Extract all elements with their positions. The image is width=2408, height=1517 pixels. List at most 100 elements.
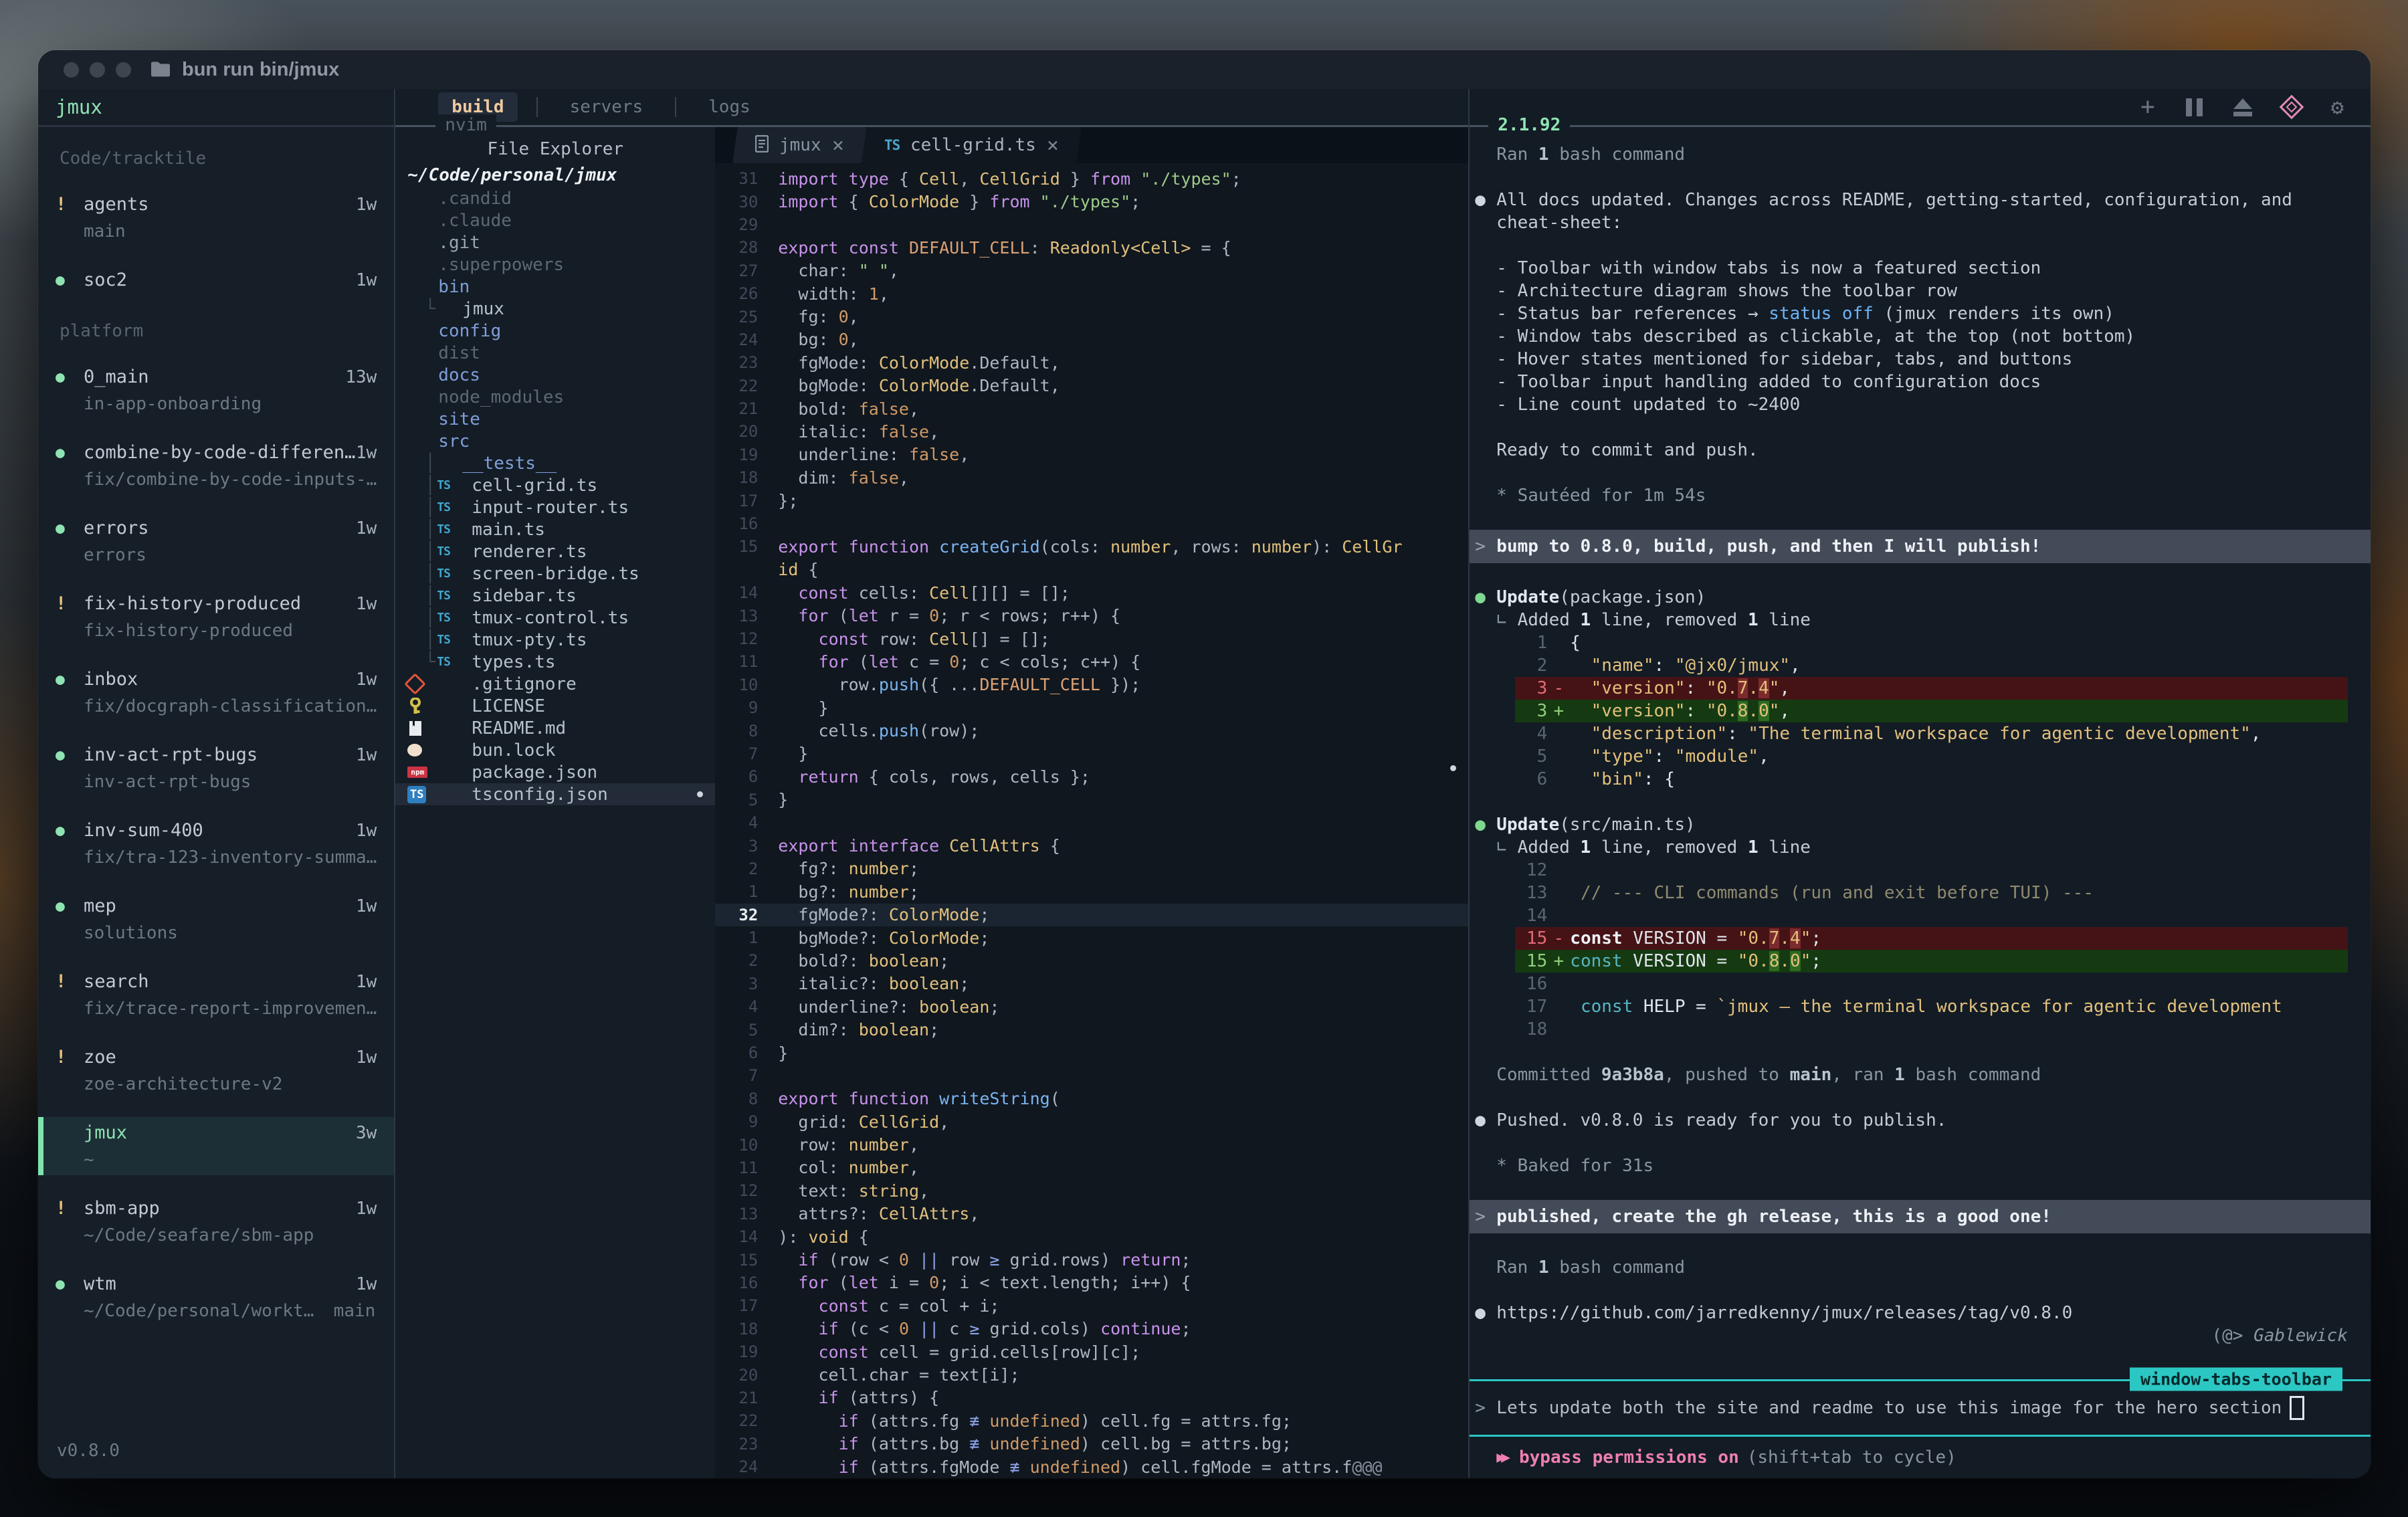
prompt-input[interactable]: > Lets update both the site and readme t… [1470, 1379, 2371, 1437]
code-text: for (let r = 0; r < rows; r++) { [778, 606, 1120, 625]
sidebar-item-fix-history-produced[interactable]: !fix-history-produced1wfix-history-produ… [56, 588, 377, 646]
diff-line-number: 15 [1515, 950, 1547, 973]
file-tree-item--candid[interactable]: .candid [395, 187, 715, 209]
tab-servers[interactable]: servers [557, 92, 657, 122]
file-tree-item-src[interactable]: src [395, 430, 715, 452]
file-tree-item-package-json[interactable]: npmpackage.json [395, 761, 715, 783]
file-tree-item-tmux-control-ts[interactable]: │TStmux-control.ts [395, 607, 715, 629]
tab-logs[interactable]: logs [695, 92, 764, 122]
code-token: 0 [839, 330, 849, 349]
gear-icon[interactable]: ⚙ [2331, 94, 2344, 120]
close-icon[interactable]: × [1047, 134, 1059, 157]
file-tree-item-main-ts[interactable]: │TSmain.ts [395, 518, 715, 540]
attachment-chip[interactable]: window-tabs-toolbar [2130, 1368, 2342, 1391]
plus-icon[interactable]: + [2140, 95, 2155, 119]
session-row: ●inbox1w [56, 669, 377, 690]
pane-toolbar: +⚙ [2140, 89, 2344, 125]
sidebar-item-mep[interactable]: ●mep1wsolutions [56, 890, 377, 948]
assistant-list: - Toolbar with window tabs is now a feat… [1496, 257, 2350, 416]
code-text: italic: false, [778, 422, 939, 441]
diff-token: 0 [1790, 951, 1801, 971]
file-tree-item--gitignore[interactable]: .gitignore [395, 673, 715, 695]
code-token: 0 [839, 307, 849, 326]
editor-tab-cell-grid-ts[interactable]: TScell-grid.ts× [862, 127, 1082, 163]
sidebar-item-combine-by-code-differen-[interactable]: ●combine-by-code-differen…1wfix/combine-… [56, 437, 377, 495]
code-token [778, 583, 798, 603]
code-text: bg?: number; [778, 882, 919, 902]
code-text: for (let c = 0; c < cols; c++) { [778, 652, 1140, 672]
file-tree-item-docs[interactable]: docs [395, 364, 715, 386]
file-tree-item-tsconfig-json[interactable]: TStsconfig.json [395, 783, 715, 805]
file-tree-item-bin[interactable]: bin [395, 276, 715, 298]
diff-code: { [1570, 631, 1581, 654]
file-tree-item--claude[interactable]: .claude [395, 209, 715, 231]
diff-token: . [1748, 678, 1759, 698]
sidebar-item-sbm-app[interactable]: !sbm-app1w~/Code/seafare/sbm-app [56, 1193, 377, 1251]
code-line: 13 for (let r = 0; r < rows; r++) { [715, 604, 1468, 627]
minimize-button[interactable] [90, 62, 105, 78]
file-tree-item-input-router-ts[interactable]: │TSinput-router.ts [395, 496, 715, 518]
eject-icon[interactable] [2233, 98, 2252, 116]
code-token: , [909, 399, 919, 419]
file-tree-item-README-md[interactable]: README.md [395, 717, 715, 739]
file-tree-item-node-modules[interactable]: node_modules [395, 386, 715, 408]
file-explorer-root-path[interactable]: ~/Code/personal/jmux [395, 163, 715, 187]
license-key-icon [407, 698, 423, 715]
text-segment: - Architecture diagram shows the toolbar… [1496, 281, 1957, 301]
file-tree-item-renderer-ts[interactable]: │TSrenderer.ts [395, 540, 715, 563]
file-tree-item-site[interactable]: site [395, 408, 715, 430]
zoom-button[interactable] [116, 62, 131, 78]
file-tree-item-bun-lock[interactable]: bun.lock [395, 739, 715, 761]
file-tree-item-config[interactable]: config [395, 320, 715, 342]
file-tree-item-screen-bridge-ts[interactable]: │TSscreen-bridge.ts [395, 563, 715, 585]
active-dot-icon: ● [56, 520, 84, 537]
code-editor[interactable]: jmux×TScell-grid.ts× 31import type { Cel… [715, 127, 1468, 1478]
text-segment: - Line count updated to ~2400 [1496, 395, 1800, 415]
sidebar-item-soc2[interactable]: ●soc21w [56, 264, 377, 296]
diff-token: "bin" [1591, 769, 1643, 789]
code-token: undefined [1030, 1457, 1120, 1477]
code-token: let [849, 606, 889, 625]
file-tree-item-jmux[interactable]: └jmux [395, 298, 715, 320]
file-tree-item--tests-[interactable]: │__tests__ [395, 452, 715, 474]
sidebar-item-0-main[interactable]: ●0_main13win-app-onboarding [56, 361, 377, 419]
editor-tab-jmux[interactable]: jmux× [733, 127, 867, 163]
file-tree-item-types-ts[interactable]: └TStypes.ts [395, 651, 715, 673]
file-tree-item--git[interactable]: .git [395, 231, 715, 254]
message-line: Pushed. v0.8.0 is ready for you to publi… [1496, 1109, 2350, 1132]
diff-token: : [1727, 724, 1748, 744]
sidebar-item-inv-sum-400[interactable]: ●inv-sum-4001wfix/tra-123-inventory-summ… [56, 815, 377, 873]
sidebar-item-wtm[interactable]: ●wtm1w~/Code/personal/workt…main [56, 1268, 377, 1326]
sidebar-item-errors[interactable]: ●errors1werrors [56, 512, 377, 571]
code-token: for [798, 1273, 838, 1292]
sidebar-item-inbox[interactable]: ●inbox1wfix/docgraph-classification… [56, 664, 377, 722]
file-tree-item-tmux-pty-ts[interactable]: │TStmux-pty.ts [395, 629, 715, 651]
file-tree-item-LICENSE[interactable]: LICENSE [395, 695, 715, 717]
diff-token: . [1748, 701, 1759, 721]
close-icon[interactable]: × [832, 134, 844, 157]
code-token: } [778, 790, 788, 809]
permission-status-bar[interactable]: ▶▶ bypass permissions on (shift+tab to c… [1470, 1437, 2371, 1478]
diff-token [1570, 746, 1591, 767]
diff-token [1570, 655, 1591, 676]
code-line: 11 for (let c = 0; c < cols; c++) { [715, 650, 1468, 673]
pause-icon[interactable] [2186, 98, 2203, 116]
sidebar-item-agents[interactable]: !agents1wmain [56, 189, 377, 247]
file-tree-item--superpowers[interactable]: .superpowers [395, 254, 715, 276]
close-button[interactable] [64, 62, 79, 78]
assistant-bullet-message: ●Pushed. v0.8.0 is ready for you to publ… [1496, 1109, 2350, 1132]
text-segment: All docs updated. Changes across README,… [1496, 190, 2292, 210]
sidebar-item-jmux[interactable]: jmux3w~ [38, 1117, 394, 1175]
code-token: bold?: [778, 951, 868, 971]
code-line: 1 bgMode?: ColorMode; [715, 926, 1468, 949]
sidebar-item-inv-act-rpt-bugs[interactable]: ●inv-act-rpt-bugs1winv-act-rpt-bugs [56, 739, 377, 797]
sidebar-item-zoe[interactable]: !zoe1wzoe-architecture-v2 [56, 1041, 377, 1100]
file-tree-item-dist[interactable]: dist [395, 342, 715, 364]
code-token: italic?: [778, 974, 889, 993]
file-tree-item-sidebar-ts[interactable]: │TSsidebar.ts [395, 585, 715, 607]
permission-mode-label: bypass permissions on [1519, 1447, 1739, 1468]
file-tree-item-cell-grid-ts[interactable]: │TScell-grid.ts [395, 474, 715, 496]
sidebar-item-search[interactable]: !search1wfix/trace-report-improvemen… [56, 966, 377, 1024]
branch-label: main [84, 221, 126, 241]
diamond-icon[interactable] [2279, 95, 2304, 120]
